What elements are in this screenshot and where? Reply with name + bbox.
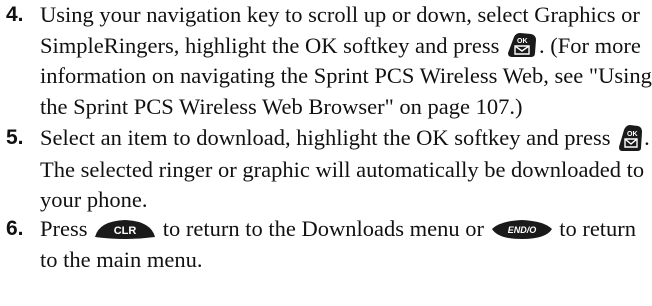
step-number: 6. bbox=[6, 217, 24, 240]
svg-text:CLR: CLR bbox=[114, 225, 137, 237]
clr-key-icon: CLR bbox=[93, 217, 157, 241]
step-text: Press CLR to return to the Downloads men… bbox=[40, 214, 652, 275]
step-number: 5. bbox=[6, 126, 24, 149]
step-text-part: Press bbox=[40, 216, 94, 241]
step-text-part: to return to the Downloads menu or bbox=[157, 216, 490, 241]
svg-text:OK: OK bbox=[517, 38, 528, 45]
svg-text:OK: OK bbox=[627, 131, 638, 138]
step-text: Using your navigation key to scroll up o… bbox=[40, 0, 652, 122]
svg-text:END/O: END/O bbox=[507, 225, 536, 235]
step-text: Select an item to download, highlight th… bbox=[40, 123, 652, 216]
step-number: 4. bbox=[6, 3, 24, 26]
ok-key-icon: OK bbox=[505, 31, 539, 59]
end-key-icon: END/O bbox=[490, 217, 554, 241]
ok-key-icon: OK bbox=[616, 123, 644, 153]
document-page: 4. Using your navigation key to scroll u… bbox=[0, 0, 652, 306]
step-text-part: Select an item to download, highlight th… bbox=[40, 125, 617, 150]
